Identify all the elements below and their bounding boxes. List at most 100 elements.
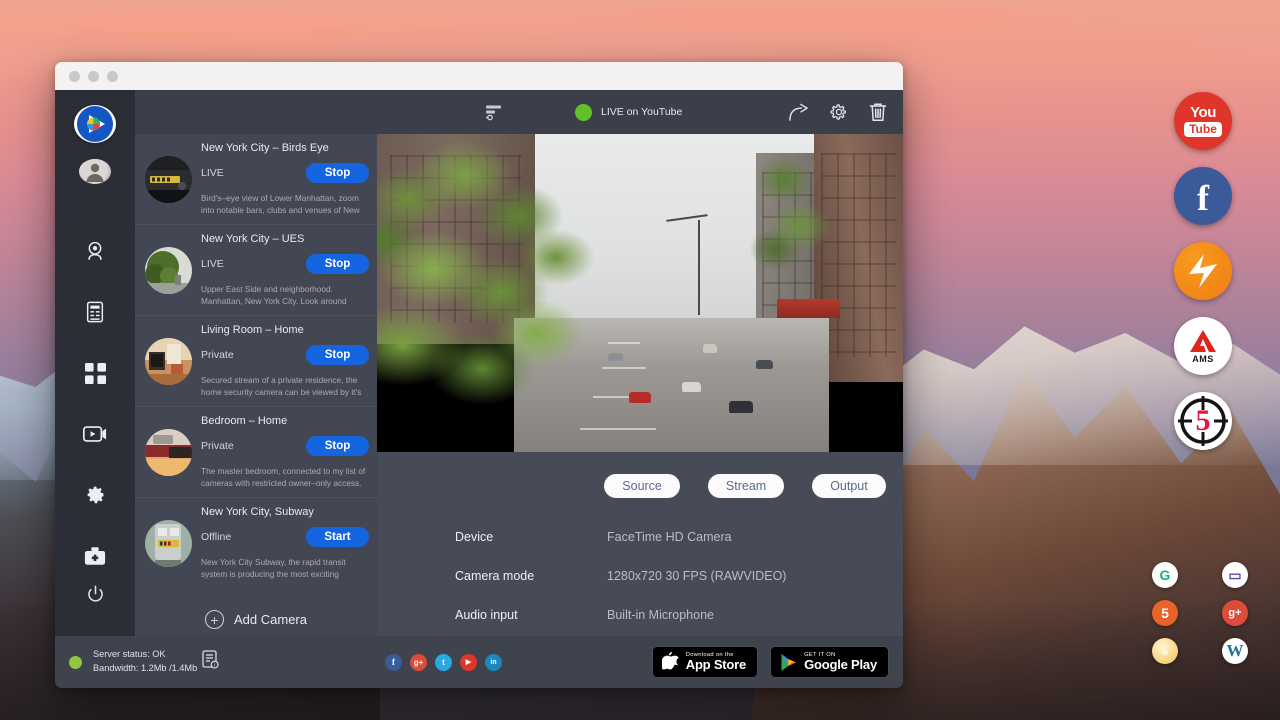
tab-stream[interactable]: Stream (708, 474, 784, 498)
camera-thumbnail (145, 247, 192, 294)
power-icon (86, 585, 105, 604)
grid-icon (85, 363, 106, 384)
play-logo-icon (76, 105, 114, 143)
webcam-icon (84, 240, 106, 262)
adobe-a-icon (1188, 328, 1218, 354)
toolbar-actions (788, 102, 887, 122)
detail-label: Audio input (455, 608, 607, 622)
sidebar-nav (55, 90, 135, 636)
detail-value: FaceTime HD Camera (607, 530, 732, 544)
camera-title: New York City – Birds Eye (201, 142, 369, 154)
camera-info: New York City – UES LIVE Stop Upper East… (201, 233, 369, 307)
share-button[interactable] (788, 103, 809, 122)
sidebar-item-settings[interactable] (70, 475, 120, 514)
live-status-indicator: LIVE on YouTube (575, 104, 682, 121)
dock-small-sun-glyph: ● (1161, 643, 1169, 659)
dock-small-five[interactable]: 5 (1152, 600, 1178, 626)
dock-facebook-glyph: f (1197, 180, 1209, 216)
app-store-big-label: App Store (686, 658, 746, 672)
social-youtube[interactable]: ▶ (460, 654, 477, 671)
camera-info: New York City, Subway Offline Start New … (201, 506, 369, 580)
window-close-button[interactable] (69, 71, 80, 82)
camera-list-panel: New York City – Birds Eye LIVE Stop Bird… (135, 90, 377, 636)
camera-status-row: Private Stop (201, 436, 369, 456)
dock-small-sun[interactable]: ● (1152, 638, 1178, 664)
user-avatar-icon (82, 159, 108, 184)
camera-stop-button[interactable]: Stop (306, 436, 369, 456)
dock-icon-wowza[interactable] (1174, 242, 1232, 300)
dock-icon-adobe-ams[interactable]: AMS (1174, 317, 1232, 375)
camera-status: LIVE (201, 167, 224, 179)
detail-row-camera-mode: Camera mode 1280x720 30 FPS (RAWVIDEO) (455, 569, 903, 583)
sidebar-item-support[interactable] (70, 536, 120, 575)
google-play-badge[interactable]: GET IT ON Google Play (770, 646, 889, 678)
source-details: Device FaceTime HD Camera Camera mode 12… (377, 498, 903, 647)
scene-car (729, 401, 753, 413)
camera-stop-button[interactable]: Stop (306, 345, 369, 365)
scene-car (682, 382, 701, 392)
video-preview[interactable] (377, 134, 903, 452)
camera-list[interactable]: New York City – Birds Eye LIVE Stop Bird… (135, 134, 377, 636)
dock-small-google-plus[interactable]: g+ (1222, 600, 1248, 626)
social-facebook[interactable]: f (385, 654, 402, 671)
dock-small-wordpress-glyph: W (1227, 641, 1244, 661)
dock-small-wordpress[interactable]: W (1222, 638, 1248, 664)
dock-icon-facebook[interactable]: f (1174, 167, 1232, 225)
settings-button[interactable] (829, 102, 849, 122)
sidebar-item-logs[interactable] (70, 293, 120, 332)
window-body: New York City – Birds Eye LIVE Stop Bird… (55, 90, 903, 636)
camera-start-button[interactable]: Start (306, 527, 369, 547)
sidebar-item-dashboard[interactable] (70, 354, 120, 393)
bandwidth-line: Bandwidth: 1.2Mb /1.4Mb (93, 662, 197, 676)
dock-icon-youtube[interactable]: You Tube (1174, 92, 1232, 150)
sidebar-item-power[interactable] (70, 575, 120, 614)
delete-button[interactable] (869, 102, 887, 122)
dock-adobe-label: AMS (1192, 354, 1214, 364)
social-google-plus[interactable]: g+ (410, 654, 427, 671)
tab-output[interactable]: Output (812, 474, 886, 498)
window-maximize-button[interactable] (107, 71, 118, 82)
camera-status-row: Private Stop (201, 345, 369, 365)
app-store-text: Download on the App Store (686, 652, 746, 672)
camera-status: Private (201, 349, 234, 361)
svg-text:i: i (214, 663, 215, 669)
dock-youtube-label-bottom: Tube (1184, 122, 1222, 137)
camera-status-row: LIVE Stop (201, 254, 369, 274)
camera-stop-button[interactable]: Stop (306, 163, 369, 183)
plus-icon: + (205, 610, 224, 629)
server-log-button[interactable]: i (202, 650, 219, 674)
dock-small-twitch[interactable]: ▭ (1222, 562, 1248, 588)
camera-stop-button[interactable]: Stop (306, 254, 369, 274)
app-store-badge[interactable]: Download on the App Store (652, 646, 758, 678)
tab-source[interactable]: Source (604, 474, 680, 498)
google-play-text: GET IT ON Google Play (804, 652, 877, 672)
sidebar-item-cameras[interactable] (70, 232, 120, 271)
social-linkedin[interactable]: in (485, 654, 502, 671)
window-minimize-button[interactable] (88, 71, 99, 82)
sort-filter-button[interactable] (481, 99, 507, 125)
social-twitter[interactable]: t (435, 654, 452, 671)
scene-car (703, 344, 717, 353)
camera-list-item[interactable]: New York City – UES LIVE Stop Upper East… (135, 225, 377, 316)
scene-car (756, 360, 773, 369)
scene-tree-right (750, 147, 834, 312)
camera-thumbnail (145, 429, 192, 476)
sidebar-item-media[interactable] (70, 415, 120, 454)
main-toolbar: LIVE on YouTube (377, 90, 903, 134)
add-camera-button[interactable]: + Add Camera (135, 588, 377, 629)
server-status-text: Server status: OK Bandwidth: 1.2Mb /1.4M… (93, 648, 197, 676)
camera-list-item[interactable]: Bedroom – Home Private Stop The master b… (135, 407, 377, 498)
camera-list-item[interactable]: New York City – Birds Eye LIVE Stop Bird… (135, 134, 377, 225)
google-play-big-label: Google Play (804, 658, 877, 672)
application-window: New York City – Birds Eye LIVE Stop Bird… (55, 62, 903, 688)
window-titlebar (55, 62, 903, 90)
social-google-plus-glyph: g+ (414, 658, 424, 667)
dock-small-twitch-glyph: ▭ (1228, 567, 1241, 584)
dock-small-grammarly[interactable]: G (1152, 562, 1178, 588)
camera-list-item[interactable]: New York City, Subway Offline Start New … (135, 498, 377, 588)
dock-icon-countdown-five[interactable]: 5 (1174, 392, 1232, 450)
app-logo[interactable] (74, 105, 116, 143)
social-facebook-glyph: f (392, 657, 395, 667)
sidebar-item-avatar[interactable] (79, 159, 111, 184)
camera-list-item[interactable]: Living Room – Home Private Stop Secured … (135, 316, 377, 407)
